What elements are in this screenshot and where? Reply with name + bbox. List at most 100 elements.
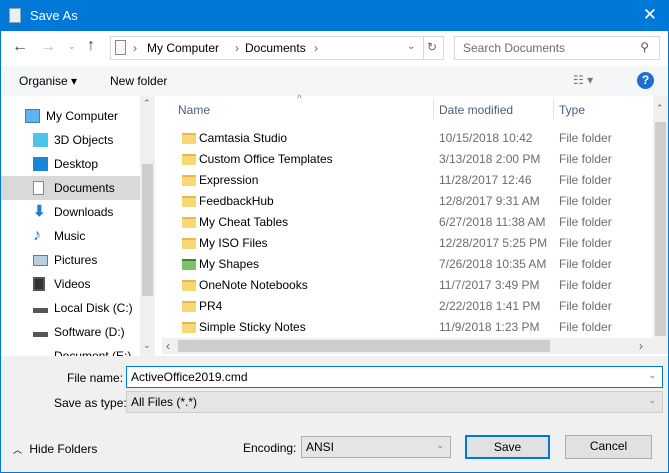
- column-date-modified[interactable]: Date modified: [439, 103, 513, 117]
- save-as-type-value: All Files (*.*): [131, 395, 198, 409]
- desktop-icon: [33, 157, 48, 171]
- toolbar: Organise ▾ New folder ☷ ▾ ?: [1, 66, 668, 96]
- scroll-left-icon[interactable]: ‹: [166, 339, 170, 353]
- encoding-value: ANSI: [306, 440, 335, 454]
- folder-icon: [182, 322, 196, 333]
- search-icon[interactable]: ⚲: [640, 40, 649, 54]
- save-as-type-select[interactable]: All Files (*.*) ⌄: [126, 391, 663, 413]
- filename-input[interactable]: ActiveOffice2019.cmd ⌄: [126, 366, 663, 388]
- cube-icon: [33, 133, 48, 147]
- pictures-icon: [33, 255, 48, 266]
- folder-icon: [182, 133, 196, 144]
- computer-icon: [25, 109, 40, 123]
- filename-value: ActiveOffice2019.cmd: [131, 370, 248, 384]
- search-input[interactable]: Search Documents: [463, 41, 565, 55]
- file-row[interactable]: PR4 2/22/2018 1:41 PM File folder: [162, 296, 654, 317]
- file-row[interactable]: FeedbackHub 12/8/2017 9:31 AM File folder: [162, 191, 654, 212]
- folder-icon: [182, 301, 196, 312]
- nav-local-disk-c[interactable]: Local Disk (C:): [1, 296, 141, 320]
- folder-icon: [182, 280, 196, 291]
- notepad-icon: [9, 8, 21, 23]
- file-row[interactable]: My Cheat Tables 6/27/2018 11:38 AM File fo…: [162, 212, 654, 233]
- nav-desktop[interactable]: Desktop: [1, 152, 141, 176]
- breadcrumb-documents[interactable]: Documents: [245, 41, 306, 55]
- drive-icon: [33, 308, 48, 313]
- breadcrumb-my-computer[interactable]: My Computer: [147, 41, 219, 55]
- breadcrumb-separator: ›: [314, 41, 318, 55]
- save-options-panel: File name: ActiveOffice2019.cmd ⌄ Save a…: [1, 356, 668, 472]
- organise-button[interactable]: Organise ▾: [19, 74, 77, 88]
- nav-scrollbar-thumb[interactable]: [142, 164, 153, 296]
- videos-icon: [33, 277, 45, 291]
- close-button[interactable]: ✕: [643, 5, 657, 25]
- filename-label: File name:: [67, 371, 124, 385]
- file-row[interactable]: Custom Office Templates 3/13/2018 2:00 PM…: [162, 149, 654, 170]
- column-type[interactable]: Type: [559, 103, 585, 117]
- new-folder-button[interactable]: New folder: [110, 74, 167, 88]
- folder-icon: [182, 217, 196, 228]
- chevron-up-icon: ︿: [13, 445, 23, 455]
- nav-my-computer[interactable]: My Computer: [1, 104, 141, 128]
- file-row[interactable]: My Shapes 7/26/2018 10:35 AM File folder: [162, 254, 654, 275]
- forward-button[interactable]: →: [40, 38, 56, 56]
- nav-documents[interactable]: Documents: [1, 176, 141, 200]
- chevron-down-icon[interactable]: ⌄: [648, 370, 656, 381]
- title-bar: Save As ✕: [0, 0, 669, 31]
- address-bar[interactable]: › My Computer › Documents › ⌄ ↻: [110, 36, 444, 60]
- nav-document-e[interactable]: Document (E:): [1, 344, 141, 356]
- window-title: Save As: [30, 8, 78, 23]
- recent-dropdown[interactable]: ⌄: [68, 41, 76, 52]
- nav-3d-objects[interactable]: 3D Objects: [1, 128, 141, 152]
- download-icon: ⬇: [33, 203, 46, 220]
- scroll-down-icon[interactable]: ⌄: [143, 340, 151, 351]
- scroll-up-icon[interactable]: ⌃: [656, 103, 664, 114]
- file-row[interactable]: Camtasia Studio 10/15/2018 10:42 File fold…: [162, 128, 654, 149]
- scroll-right-icon[interactable]: ›: [639, 339, 643, 353]
- chevron-down-icon[interactable]: ⌄: [648, 395, 656, 406]
- nav-software-d[interactable]: Software (D:): [1, 320, 141, 344]
- nav-downloads[interactable]: ⬇ Downloads: [1, 200, 141, 224]
- up-button[interactable]: ↑: [87, 37, 95, 55]
- save-as-type-label: Save as type:: [54, 396, 127, 410]
- back-button[interactable]: ←: [12, 38, 28, 56]
- file-list-vscrollbar-thumb[interactable]: [655, 122, 666, 336]
- folder-icon: [182, 154, 196, 165]
- music-icon: ♪: [33, 227, 41, 244]
- file-list-vscrollbar[interactable]: ⌃: [653, 96, 668, 340]
- documents-icon: [115, 40, 126, 55]
- nav-videos[interactable]: Videos: [1, 272, 141, 296]
- documents-icon: [33, 181, 44, 195]
- nav-scrollbar[interactable]: ⌃ ⌄: [140, 96, 155, 356]
- sort-ascending-icon: ^: [297, 94, 302, 105]
- search-box[interactable]: Search Documents ⚲: [454, 36, 660, 60]
- nav-music[interactable]: ♪ Music: [1, 224, 141, 248]
- chevron-down-icon[interactable]: ⌄: [407, 41, 415, 52]
- view-options-icon[interactable]: ☷ ▾: [573, 73, 593, 87]
- folder-icon: [182, 196, 196, 207]
- folder-icon: [182, 238, 196, 249]
- file-list-hscrollbar-thumb[interactable]: [178, 340, 550, 352]
- help-icon[interactable]: ?: [637, 72, 654, 89]
- save-button[interactable]: Save: [465, 435, 550, 459]
- file-row[interactable]: Simple Sticky Notes 11/9/2018 1:23 PM File…: [162, 317, 654, 338]
- chevron-down-icon[interactable]: ⌄: [436, 440, 444, 451]
- file-row[interactable]: OneNote Notebooks 11/7/2017 3:49 PM File f…: [162, 275, 654, 296]
- file-row[interactable]: My ISO Files 12/28/2017 5:25 PM File folde…: [162, 233, 654, 254]
- column-name[interactable]: Name: [178, 103, 210, 117]
- nav-pictures[interactable]: Pictures: [1, 248, 141, 272]
- shapes-folder-icon: [182, 259, 196, 270]
- hide-folders-button[interactable]: ︿ Hide Folders: [13, 442, 97, 456]
- hide-folders-label: Hide Folders: [29, 442, 98, 456]
- encoding-label: Encoding:: [243, 441, 297, 455]
- navigation-pane: My Computer 3D Objects Desktop Documents…: [1, 96, 155, 356]
- folder-icon: [182, 175, 196, 186]
- breadcrumb-separator: ›: [235, 41, 239, 55]
- scroll-up-icon[interactable]: ⌃: [143, 98, 151, 109]
- file-list-hscrollbar[interactable]: ‹ ›: [162, 338, 668, 354]
- file-row[interactable]: Expression 11/28/2017 12:46 File folder: [162, 170, 654, 191]
- encoding-select[interactable]: ANSI ⌄: [301, 436, 451, 458]
- cancel-button[interactable]: Cancel: [565, 435, 652, 459]
- refresh-button[interactable]: ↻: [427, 40, 437, 54]
- drive-icon: [33, 332, 48, 337]
- breadcrumb-separator: ›: [133, 41, 137, 55]
